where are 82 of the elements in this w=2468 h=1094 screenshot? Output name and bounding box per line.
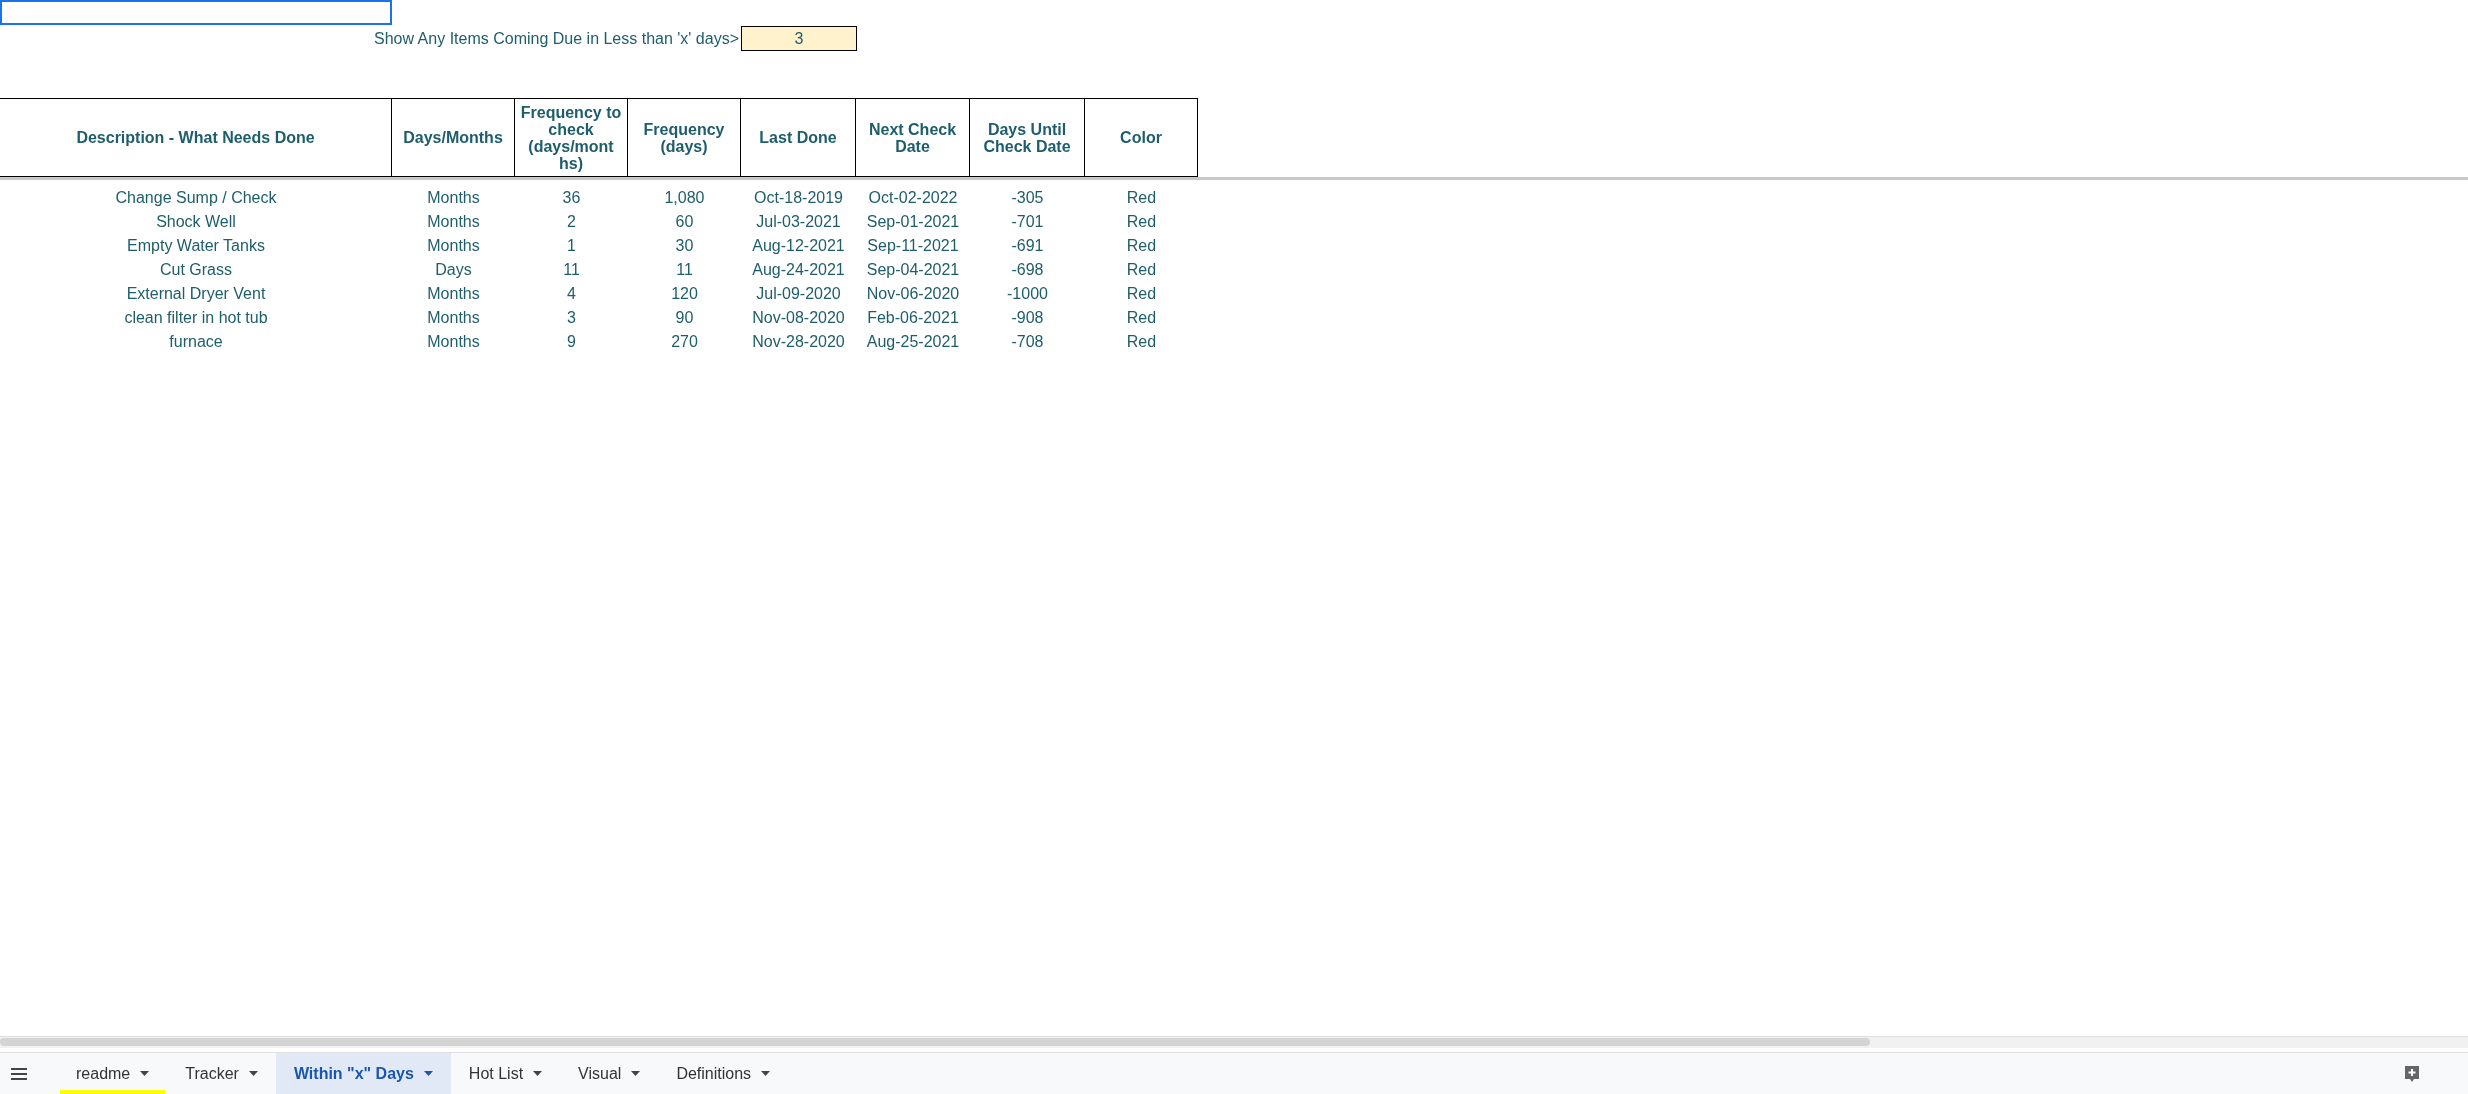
sheet-tab[interactable]: Visual xyxy=(560,1053,659,1094)
table-cell: Shock Well xyxy=(156,213,236,230)
table-cell: 270 xyxy=(671,333,698,350)
column-header: Days/Months xyxy=(392,98,515,177)
table-cell: Months xyxy=(427,285,480,302)
table-cell: 1 xyxy=(567,237,576,254)
sheet-tab[interactable]: Hot List xyxy=(450,1053,561,1094)
table-cell: Jul-03-2021 xyxy=(756,213,841,230)
table-cell: 9 xyxy=(567,333,576,350)
table-cell: 2 xyxy=(567,213,576,230)
table-cell: 11 xyxy=(563,261,580,278)
table-cell: 36 xyxy=(562,189,581,206)
table-cell: External Dryer Vent xyxy=(126,285,266,302)
table-cell: Months xyxy=(427,213,480,230)
table-cell: 3 xyxy=(567,309,576,326)
table-cell: Months xyxy=(427,189,480,206)
table-cell: Feb-06-2021 xyxy=(867,309,959,326)
table-cell: Red xyxy=(1126,261,1157,278)
sheet-tab[interactable]: readme xyxy=(58,1053,168,1094)
table-cell: Days xyxy=(435,261,472,278)
column-header: Description - What Needs Done xyxy=(0,98,392,177)
table-cell: Aug-24-2021 xyxy=(752,261,845,278)
caret-icon xyxy=(140,1071,150,1076)
table-cell: Red xyxy=(1126,333,1157,350)
table-cell: -701 xyxy=(1011,213,1044,230)
table-cell: Aug-12-2021 xyxy=(752,237,845,254)
menu-icon[interactable] xyxy=(10,1066,28,1081)
table-cell: -691 xyxy=(1011,237,1044,254)
table-cell: Sep-01-2021 xyxy=(866,213,960,230)
table-cell: 120 xyxy=(671,285,698,302)
table-cell: 11 xyxy=(676,261,693,278)
table-cell: -305 xyxy=(1011,189,1044,206)
table-cell: Red xyxy=(1126,237,1157,254)
sheet-tab[interactable]: Within "x" Days xyxy=(275,1053,451,1094)
days-input-cell[interactable]: 3 xyxy=(741,26,857,51)
table-cell: Red xyxy=(1126,189,1157,206)
table-cell: -908 xyxy=(1011,309,1044,326)
caret-icon xyxy=(761,1071,771,1076)
column-header: Frequency to check (days/mont hs) xyxy=(515,98,628,177)
table-cell: -698 xyxy=(1011,261,1044,278)
table-cell: 1,080 xyxy=(664,189,705,206)
table-cell: Jul-09-2020 xyxy=(756,285,841,302)
table-cell: Oct-18-2019 xyxy=(754,189,843,206)
table-cell: Months xyxy=(427,333,480,350)
table-cell: Red xyxy=(1126,285,1157,302)
table-cell: Sep-04-2021 xyxy=(866,261,960,278)
sheet-tab[interactable]: Definitions xyxy=(658,1053,789,1094)
column-header: Days Until Check Date xyxy=(970,98,1085,177)
table-cell: Change Sump / Check xyxy=(115,189,277,206)
caret-icon xyxy=(248,1071,258,1076)
table-cell: -1000 xyxy=(1007,285,1048,302)
caret-icon xyxy=(631,1071,641,1076)
table-cell: Oct-02-2022 xyxy=(868,189,958,206)
column-header: Next Check Date xyxy=(856,98,970,177)
table-cell: Cut Grass xyxy=(160,261,232,278)
column-header: Last Done xyxy=(741,98,856,177)
table-cell: Red xyxy=(1126,213,1157,230)
filter-label: Show Any Items Coming Due in Less than 'x' days> xyxy=(373,28,740,49)
column-header: Frequency (days) xyxy=(628,98,741,177)
table-cell: Aug-25-2021 xyxy=(866,333,960,350)
table-cell: Nov-08-2020 xyxy=(752,309,845,326)
table-cell: 90 xyxy=(675,309,694,326)
table-cell: Nov-06-2020 xyxy=(866,285,960,302)
table-cell: Red xyxy=(1126,309,1157,326)
table-cell: clean filter in hot tub xyxy=(124,309,268,326)
table-cell: 30 xyxy=(675,237,694,254)
table-cell: Nov-28-2020 xyxy=(752,333,845,350)
table-cell: Sep-11-2021 xyxy=(867,237,959,254)
table-cell: 60 xyxy=(675,213,694,230)
table-cell: -708 xyxy=(1011,333,1044,350)
sheet-tab[interactable]: Tracker xyxy=(167,1053,276,1094)
table-cell: Empty Water Tanks xyxy=(127,237,265,254)
table-cell: Months xyxy=(427,237,480,254)
selected-cell[interactable] xyxy=(0,0,392,25)
caret-icon xyxy=(423,1071,433,1076)
add-sheet-icon[interactable] xyxy=(2404,1064,2420,1083)
table-cell: furnace xyxy=(169,333,223,350)
table-cell: 4 xyxy=(567,285,576,302)
table-cell: Months xyxy=(427,309,480,326)
horizontal-scrollbar[interactable] xyxy=(0,1038,1870,1046)
column-header: Color xyxy=(1085,98,1198,177)
caret-icon xyxy=(533,1071,543,1076)
